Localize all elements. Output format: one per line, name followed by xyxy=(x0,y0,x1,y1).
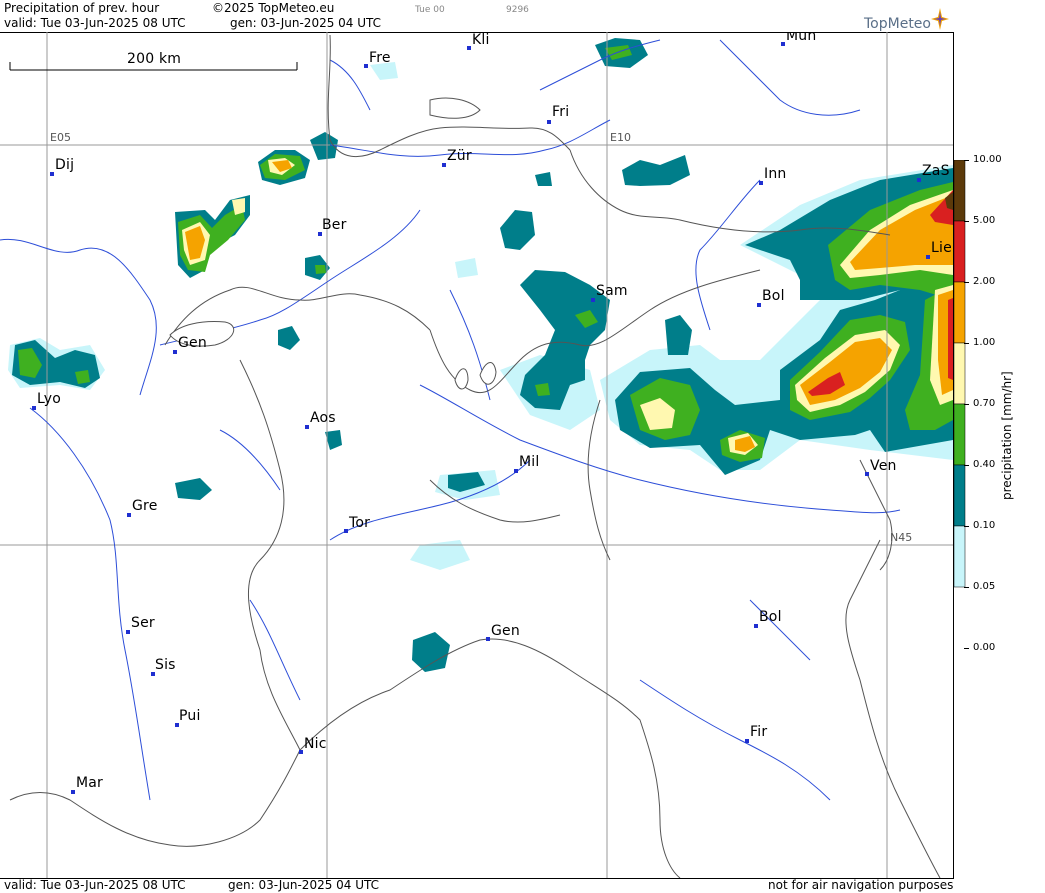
city-label: Fre xyxy=(369,50,391,66)
footer-bar: valid: Tue 03-Jun-2025 08 UTC gen: 03-Ju… xyxy=(0,878,953,893)
grid-label-e10: E10 xyxy=(610,131,631,144)
city-label: Tor xyxy=(349,515,371,531)
legend-tick xyxy=(964,587,969,588)
city-dot xyxy=(591,298,595,302)
city-label: Aos xyxy=(310,410,336,426)
legend-label: 0.10 xyxy=(973,520,996,531)
city-label: Ber xyxy=(322,217,347,233)
legend-label: 5.00 xyxy=(973,215,996,226)
gen-time: gen: 03-Jun-2025 04 UTC xyxy=(230,16,382,30)
city-dot xyxy=(364,64,368,68)
legend-tick xyxy=(964,282,969,283)
city-label: Lie xyxy=(931,240,952,256)
city-label: Kli xyxy=(472,32,490,48)
city-dot xyxy=(50,172,54,176)
city-dot xyxy=(32,406,36,410)
copyright-text: ©2025 TopMeteo.eu xyxy=(212,1,335,15)
city-dot xyxy=(467,46,471,50)
city-label: Mar xyxy=(76,775,104,791)
city-dot xyxy=(173,350,177,354)
city-label: Gen xyxy=(178,335,207,351)
city-dot xyxy=(127,513,131,517)
city-label: Inn xyxy=(764,166,787,182)
city-label: Pui xyxy=(179,708,201,724)
legend-label: 10.00 xyxy=(973,154,1002,165)
city-dot xyxy=(71,790,75,794)
legend-tick-zero xyxy=(964,648,969,649)
city-label: ZaS xyxy=(922,163,950,179)
legend-label: 0.05 xyxy=(973,581,996,592)
city-label: Nic xyxy=(304,736,327,752)
city-label: Fir xyxy=(750,724,768,740)
city-dot xyxy=(865,472,869,476)
city-dot xyxy=(344,529,348,533)
city-label: Dij xyxy=(55,157,75,173)
city-label: Sis xyxy=(155,657,176,673)
legend-tick xyxy=(964,404,969,405)
city-label: Bol xyxy=(759,609,782,625)
run-code: Tue 00 xyxy=(415,5,445,15)
legend-label: 2.00 xyxy=(973,276,996,287)
city-dot xyxy=(917,178,921,182)
city-label: Zür xyxy=(447,148,472,164)
brand-logo: TopMeteo xyxy=(864,16,931,32)
legend-unit: precipitation [mm/hr] xyxy=(1000,371,1014,500)
precip-light xyxy=(8,62,953,570)
legend-label: 1.00 xyxy=(973,337,996,348)
footer-note: not for air navigation purposes xyxy=(768,878,954,892)
city-dot xyxy=(514,469,518,473)
city-dot xyxy=(126,630,130,634)
legend-tick xyxy=(964,465,969,466)
legend-tick xyxy=(964,160,969,161)
precip-0-10 xyxy=(12,38,953,672)
grid-label-n45: N45 xyxy=(890,531,913,544)
city-label: Bol xyxy=(762,288,785,304)
city-dot xyxy=(745,739,749,743)
legend-label-zero: 0.00 xyxy=(973,642,996,653)
footer-valid: valid: Tue 03-Jun-2025 08 UTC xyxy=(4,878,186,892)
city-label: Lyo xyxy=(37,391,61,407)
city-dot xyxy=(781,42,785,46)
city-dot xyxy=(759,181,763,185)
valid-time: valid: Tue 03-Jun-2025 08 UTC xyxy=(4,16,186,30)
num-code: 9296 xyxy=(506,5,529,15)
city-dot xyxy=(299,750,303,754)
legend-tick xyxy=(964,526,969,527)
product-title: Precipitation of prev. hour xyxy=(4,1,160,15)
city-dot xyxy=(757,303,761,307)
header-bar: Precipitation of prev. hour ©2025 TopMet… xyxy=(0,0,953,33)
logo-star-icon xyxy=(931,8,949,30)
city-label: Gre xyxy=(132,498,158,514)
city-label: Fri xyxy=(552,104,570,120)
city-label: Mün xyxy=(786,32,817,44)
city-label: Ven xyxy=(870,458,897,474)
graticule xyxy=(0,32,953,878)
grid-label-e05: E05 xyxy=(50,131,71,144)
city-dot xyxy=(486,637,490,641)
city-label: Mil xyxy=(519,454,540,470)
city-label: Gen xyxy=(491,623,520,639)
legend-label: 0.40 xyxy=(973,459,996,470)
city-dot xyxy=(547,120,551,124)
city-label: Sam xyxy=(596,283,628,299)
legend-tick xyxy=(964,343,969,344)
borders xyxy=(9,34,941,878)
map-canvas xyxy=(0,32,953,878)
city-label: Ser xyxy=(131,615,155,631)
city-dot xyxy=(926,255,930,259)
footer-gen: gen: 03-Jun-2025 04 UTC xyxy=(228,878,380,892)
city-dot xyxy=(305,425,309,429)
city-dot xyxy=(754,624,758,628)
city-dot xyxy=(442,163,446,167)
precipitation-map: 200 km E05 E10 N45 Kli Mün Fre Fri Dij Z… xyxy=(0,32,954,879)
legend-label: 0.70 xyxy=(973,398,996,409)
scale-label: 200 km xyxy=(127,51,182,67)
legend-tick xyxy=(964,221,969,222)
